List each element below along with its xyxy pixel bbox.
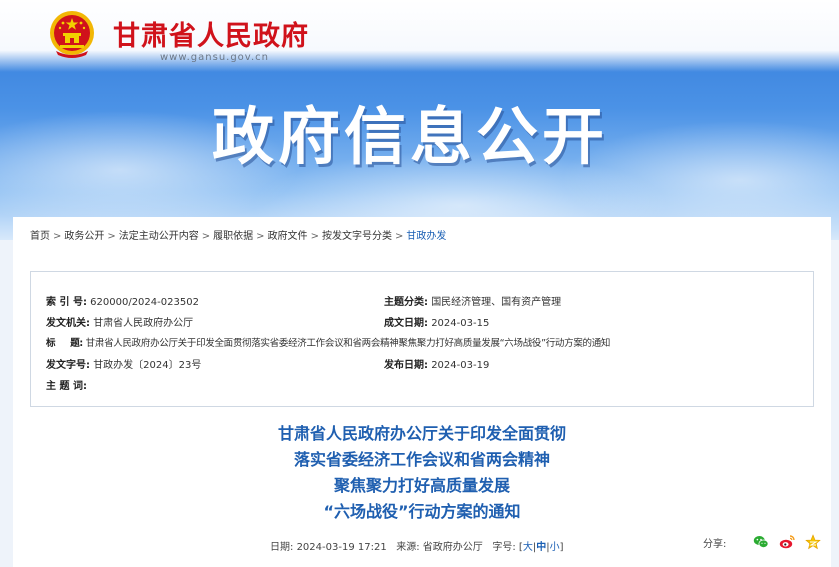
- breadcrumb-separator: >: [107, 231, 116, 242]
- hero-title: 政府信息公开: [212, 100, 609, 173]
- breadcrumb-separator: >: [201, 231, 211, 242]
- date-label: 日期:: [270, 542, 294, 553]
- breadcrumb-item-by-docno[interactable]: 按发文字号分类: [322, 231, 392, 242]
- font-size-large-button[interactable]: 大: [523, 542, 533, 553]
- font-size-medium-button[interactable]: 中: [536, 542, 546, 553]
- breadcrumb-separator: >: [394, 231, 404, 242]
- meta-doc-no-value: 甘政办发〔2024〕23号: [93, 360, 202, 371]
- breadcrumb-item-gov-docs[interactable]: 政府文件: [268, 231, 308, 242]
- share-label: 分享:: [703, 539, 727, 550]
- breadcrumb-item-gov-affairs[interactable]: 政务公开: [64, 231, 104, 242]
- meta-issuer: 发文机关: 甘肃省人民政府办公厅: [46, 314, 193, 329]
- date-value: 2024-03-19 17:21: [296, 542, 387, 553]
- meta-created-value: 2024-03-15: [431, 318, 490, 329]
- weibo-icon[interactable]: [779, 534, 795, 550]
- meta-published-value: 2024-03-19: [431, 360, 490, 371]
- meta-title-label: 标 题:: [46, 338, 83, 349]
- meta-issuer-label: 发文机关:: [46, 318, 90, 329]
- meta-index-value: 620000/2024-023502: [90, 297, 199, 308]
- document-title-line: 甘肃省人民政府办公厅关于印发全面贯彻: [277, 424, 566, 443]
- meta-index-label: 索 引 号:: [46, 297, 87, 308]
- document-title-line: “六场战役”行动方案的通知: [323, 502, 521, 521]
- national-emblem-icon: [50, 11, 94, 58]
- meta-issuer-value: 甘肃省人民政府办公厅: [93, 318, 194, 329]
- meta-title-value: 甘肃省人民政府办公厅关于印发全面贯彻落实省委经济工作会议和省两会精神聚焦聚力打好…: [85, 338, 611, 349]
- meta-subject: 主 题 词:: [46, 377, 87, 392]
- meta-created-label: 成文日期:: [384, 318, 428, 329]
- breadcrumb-separator: >: [53, 231, 62, 242]
- meta-category: 主题分类: 国民经济管理、国有资产管理: [384, 293, 561, 308]
- source-value: 省政府办公厅: [422, 542, 483, 553]
- meta-published: 发布日期: 2024-03-19: [384, 356, 489, 371]
- breadcrumb-separator: >: [256, 231, 265, 242]
- meta-created: 成文日期: 2024-03-15: [384, 314, 489, 329]
- header-banner: 甘肃省人民政府 www.gansu.gov.cn 政府信息公开: [0, 0, 839, 240]
- site-title[interactable]: 甘肃省人民政府: [113, 14, 309, 53]
- source-label: 来源:: [396, 542, 420, 553]
- meta-index: 索 引 号: 620000/2024-023502: [46, 293, 199, 308]
- font-size-label: 字号:: [492, 542, 516, 553]
- breadcrumb-item-basis[interactable]: 履职依据: [213, 231, 253, 242]
- meta-title: 标 题: 甘肃省人民政府办公厅关于印发全面贯彻落实省委经济工作会议和省两会精神聚…: [46, 335, 610, 349]
- meta-doc-no: 发文字号: 甘政办发〔2024〕23号: [46, 356, 201, 371]
- breadcrumb-item-statutory[interactable]: 法定主动公开内容: [119, 231, 199, 242]
- document-title-line: 落实省委经济工作会议和省两会精神: [293, 450, 550, 469]
- share-bar: 分享:: [703, 534, 821, 551]
- meta-category-label: 主题分类:: [384, 297, 428, 308]
- font-size-small-button[interactable]: 小: [550, 542, 560, 553]
- wechat-icon[interactable]: [753, 534, 769, 550]
- document-title: 甘肃省人民政府办公厅关于印发全面贯彻 落实省委经济工作会议和省两会精神 聚焦聚力…: [13, 421, 831, 525]
- breadcrumb-separator: >: [310, 231, 319, 242]
- meta-category-value: 国民经济管理、国有资产管理: [431, 297, 562, 308]
- meta-subject-label: 主 题 词:: [46, 381, 87, 392]
- content-card: 首页 > 政务公开 > 法定主动公开内容 > 履职依据 > 政府文件 > 按发文字号分类 > 甘政办发 …: [13, 217, 831, 567]
- breadcrumb: 首页 > 政务公开 > 法定主动公开内容 > 履职依据 > 政府文件 > 按发文字号分类 > 甘政办发: [30, 227, 446, 242]
- site-url: www.gansu.gov.cn: [160, 52, 269, 63]
- document-title-line: 聚焦聚力打好高质量发展: [333, 476, 510, 495]
- meta-doc-no-label: 发文字号:: [46, 360, 90, 371]
- qzone-icon[interactable]: [805, 534, 821, 550]
- breadcrumb-item-home[interactable]: 首页: [30, 231, 50, 242]
- meta-published-label: 发布日期:: [384, 360, 428, 371]
- document-info-line: 日期: 2024-03-19 17:21 来源: 省政府办公厅 字号: [大|中…: [270, 542, 564, 553]
- metadata-panel: 索 引 号: 620000/2024-023502 主题分类: 国民经济管理、国…: [30, 271, 814, 407]
- breadcrumb-item-current[interactable]: 甘政办发: [406, 231, 446, 242]
